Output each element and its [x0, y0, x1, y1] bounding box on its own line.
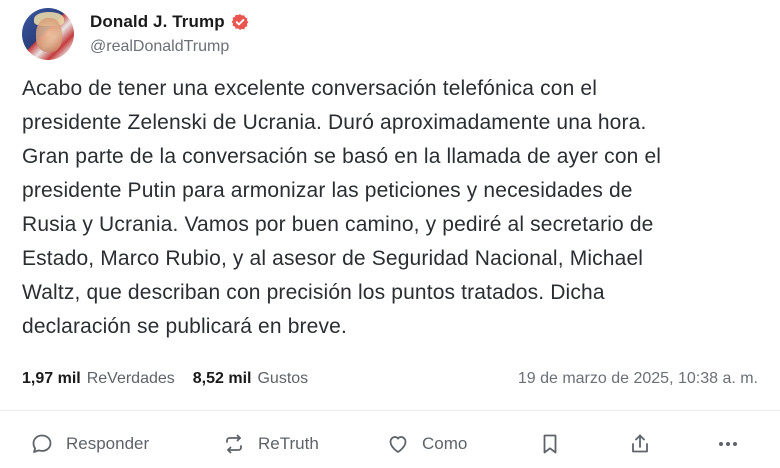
heart-icon: [389, 436, 407, 453]
share-icon: [632, 434, 648, 453]
post-stats: 1,97 mil ReVerdades 8,52 mil Gustos 19 d…: [22, 366, 758, 392]
post-timestamp: 19 de marzo de 2025, 10:38 a. m.: [517, 370, 758, 387]
reply-icon: [32, 434, 52, 453]
retruth-icon: [226, 434, 242, 454]
share-button[interactable]: [628, 424, 652, 464]
reply-label: Responder: [66, 434, 150, 453]
retruth-button[interactable]: ReTruth: [222, 424, 319, 464]
like-label: Como: [422, 434, 468, 453]
divider: [0, 410, 780, 411]
author-handle[interactable]: @realDonaldTrump: [90, 38, 249, 56]
likes-count[interactable]: 8,52 mil: [193, 370, 252, 388]
action-bar: Responder ReTruth Como: [0, 424, 780, 464]
more-icon: [719, 442, 737, 446]
avatar[interactable]: [22, 8, 74, 60]
reply-button[interactable]: Responder: [30, 424, 149, 464]
avatar-face: [36, 18, 62, 52]
retruth-label: ReTruth: [258, 434, 319, 453]
more-options-button[interactable]: [716, 424, 740, 464]
like-button[interactable]: Como: [386, 424, 467, 464]
author-info: Donald J. Trump @realDonaldTrump: [90, 12, 249, 56]
author-display-name[interactable]: Donald J. Trump: [90, 12, 225, 32]
retruths-count[interactable]: 1,97 mil: [22, 370, 81, 388]
post-header: Donald J. Trump @realDonaldTrump: [22, 6, 249, 62]
likes-label[interactable]: Gustos: [257, 370, 308, 388]
verified-badge-icon: [231, 13, 249, 31]
author-name-row: Donald J. Trump: [90, 12, 249, 32]
bookmark-icon: [543, 434, 557, 454]
retruths-label[interactable]: ReVerdades: [87, 370, 175, 388]
bookmark-button[interactable]: [538, 424, 562, 464]
post-body-text: Acabo de tener una excelente conversació…: [22, 77, 662, 338]
post-card: Donald J. Trump @realDonaldTrump Acabo d…: [0, 0, 780, 468]
